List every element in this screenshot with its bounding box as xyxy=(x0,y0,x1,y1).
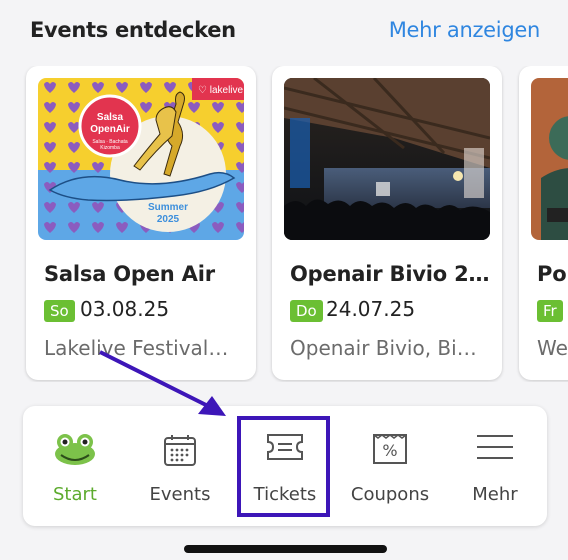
coupon-icon: % xyxy=(371,432,409,470)
day-badge: Fr xyxy=(537,300,563,322)
frog-icon xyxy=(53,432,97,470)
svg-text:2025: 2025 xyxy=(157,214,180,225)
event-title: Salsa Open Air xyxy=(44,262,215,286)
svg-text:Salsa: Salsa xyxy=(97,112,124,123)
event-date: 03.08.25 xyxy=(80,297,170,321)
svg-text:%: % xyxy=(382,441,397,460)
brand-logo-text: ♡ lakelive xyxy=(198,85,244,96)
section-header: Events entdecken Mehr anzeigen xyxy=(30,14,540,54)
day-badge: So xyxy=(44,300,75,322)
show-more-link[interactable]: Mehr anzeigen xyxy=(389,18,541,42)
calendar-icon xyxy=(162,432,198,472)
svg-text:Kizomba: Kizomba xyxy=(100,145,120,151)
day-badge: Do xyxy=(290,300,323,322)
event-location: Openair Bivio, Bi… xyxy=(290,336,477,360)
section-title: Events entdecken xyxy=(30,18,236,42)
event-location: We xyxy=(537,336,568,360)
event-photo-image xyxy=(284,78,490,240)
events-carousel[interactable]: ♡ lakelive Salsa OpenAir Salsa · Bachata… xyxy=(0,66,568,382)
home-indicator[interactable] xyxy=(184,545,387,553)
svg-text:OpenAir: OpenAir xyxy=(90,124,130,135)
nav-more[interactable]: Mehr xyxy=(443,406,547,526)
event-title: Openair Bivio 2… xyxy=(290,262,490,286)
event-card-salsa[interactable]: ♡ lakelive Salsa OpenAir Salsa · Bachata… xyxy=(26,66,256,380)
event-card-bivio[interactable]: Openair Bivio 2… Do 24.07.25 Openair Biv… xyxy=(272,66,502,380)
event-date: 24.07.25 xyxy=(326,297,416,321)
event-card-partial[interactable]: Pol Fr We xyxy=(519,66,568,380)
event-poster-image: ♡ lakelive Salsa OpenAir Salsa · Bachata… xyxy=(38,78,244,240)
svg-text:Summer: Summer xyxy=(148,202,188,213)
nav-coupons[interactable]: % Coupons xyxy=(338,406,442,526)
nav-more-label: Mehr xyxy=(472,484,518,505)
event-poster-image xyxy=(531,78,568,240)
nav-start[interactable]: Start xyxy=(23,406,127,526)
nav-coupons-label: Coupons xyxy=(350,484,430,505)
nav-events[interactable]: Events xyxy=(128,406,232,526)
event-title: Pol xyxy=(537,262,568,286)
menu-icon xyxy=(475,432,515,466)
event-location: Lakelive Festival… xyxy=(44,336,229,360)
nav-events-label: Events xyxy=(149,484,211,505)
tickets-highlight-box xyxy=(237,416,330,517)
nav-start-label: Start xyxy=(53,484,97,505)
